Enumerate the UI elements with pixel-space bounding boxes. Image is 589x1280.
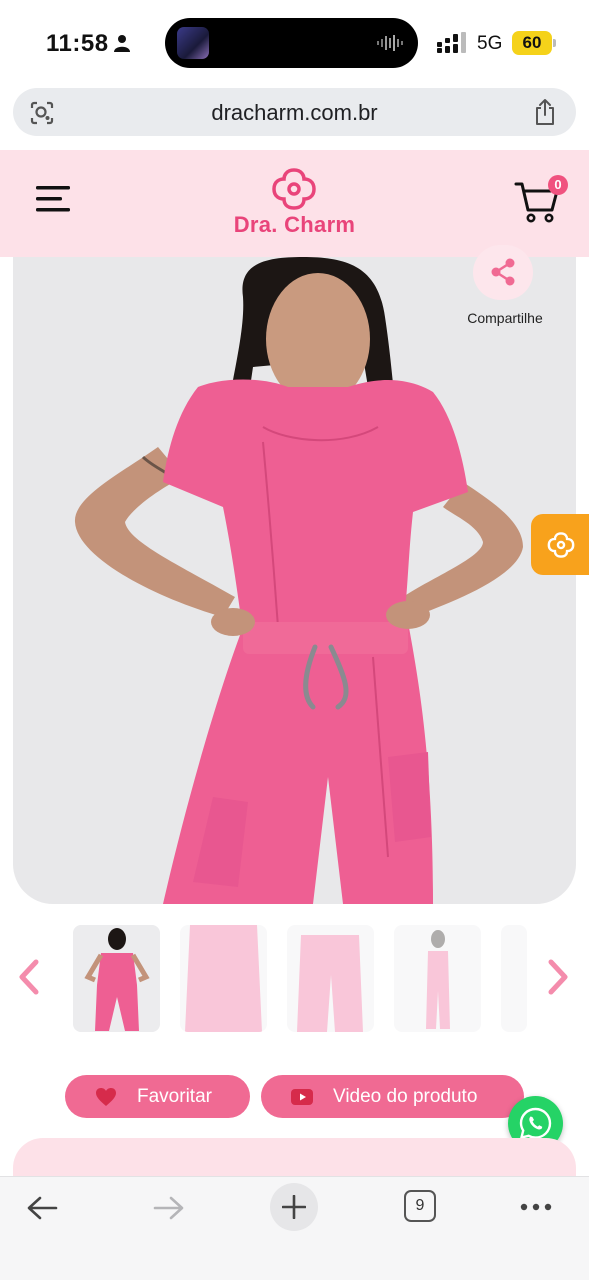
share-icon[interactable]	[532, 98, 558, 126]
more-icon[interactable]	[520, 1203, 552, 1211]
logo-flower-icon[interactable]	[271, 167, 317, 211]
favorite-button[interactable]: Favoritar	[65, 1075, 250, 1118]
url-text[interactable]: dracharm.com.br	[13, 100, 576, 126]
person-icon	[114, 35, 130, 52]
address-bar[interactable]: dracharm.com.br	[13, 88, 576, 136]
signal-icon	[437, 32, 466, 53]
thumbnail-image	[84, 928, 150, 1031]
share-network-icon	[491, 258, 515, 286]
battery-level: 60	[512, 31, 552, 55]
share-button[interactable]	[473, 245, 533, 300]
arrow-right-icon[interactable]	[153, 1195, 185, 1221]
cart-count-badge: 0	[548, 175, 568, 195]
dynamic-island[interactable]	[165, 18, 418, 68]
youtube-icon	[291, 1089, 313, 1105]
chevron-left-icon[interactable]	[16, 958, 42, 996]
browser-toolbar: 9	[0, 1176, 589, 1280]
chevron-right-icon[interactable]	[545, 958, 571, 996]
product-video-label: Video do produto	[333, 1086, 478, 1107]
thumbnail-image	[185, 925, 262, 1032]
thumbnail-image	[426, 930, 450, 1029]
plus-icon	[282, 1195, 306, 1219]
audio-wave-icon	[377, 35, 403, 51]
favorite-label: Favoritar	[137, 1086, 212, 1107]
whatsapp-icon	[519, 1107, 552, 1140]
thumbnail-image	[297, 935, 363, 1032]
share-label[interactable]: Compartilhe	[446, 310, 564, 326]
product-thumbnail[interactable]	[287, 925, 374, 1032]
product-thumbnail[interactable]	[501, 925, 527, 1032]
menu-icon[interactable]	[34, 184, 72, 214]
site-header: Dra. Charm	[0, 150, 589, 257]
status-time: 11:58	[46, 30, 109, 57]
model-in-pink-scrubs-image	[74, 257, 523, 904]
product-main-image[interactable]	[13, 257, 576, 904]
arrow-left-icon[interactable]	[26, 1195, 58, 1221]
network-type: 5G	[477, 33, 503, 54]
product-thumbnail[interactable]	[73, 925, 160, 1032]
product-thumbnail[interactable]	[180, 925, 267, 1032]
flower-icon	[547, 532, 575, 558]
tab-switcher-button[interactable]: 9	[404, 1190, 436, 1222]
brand-name[interactable]: Dra. Charm	[0, 212, 589, 238]
now-playing-artwork	[177, 27, 209, 59]
heart-icon	[96, 1088, 116, 1106]
product-thumbnail[interactable]	[394, 925, 481, 1032]
product-video-button[interactable]: Video do produto	[261, 1075, 524, 1118]
floating-widget-button[interactable]	[531, 514, 589, 575]
new-tab-button[interactable]	[270, 1183, 318, 1231]
battery-tip	[553, 39, 556, 47]
status-bar: 11:58 5G 60	[0, 0, 589, 86]
